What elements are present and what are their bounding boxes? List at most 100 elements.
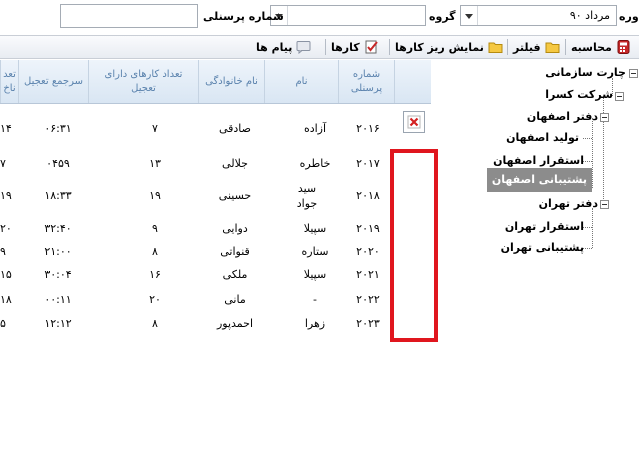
group-dropdown[interactable] xyxy=(270,5,426,26)
cell-last-name: صادقی xyxy=(218,122,252,135)
tree-node-isfahan-support[interactable]: پشتیبانی اصفهان xyxy=(486,168,592,192)
cell-first-name: سپیلا xyxy=(303,268,327,281)
cell-first-name: خاطره xyxy=(299,157,331,170)
collapse-icon[interactable] xyxy=(615,92,624,101)
cell-first-name: - xyxy=(313,293,317,306)
period-dropdown[interactable]: مرداد ۹۰ xyxy=(460,5,617,26)
cell-late-tasks-count: ۱۳ xyxy=(149,157,161,170)
cell-personnel-number: ۲۰۲۳ xyxy=(356,317,380,330)
collapse-icon[interactable] xyxy=(600,200,609,209)
checklist-icon xyxy=(364,40,379,54)
tree-node-isfahan-deploy[interactable]: استقرار اصفهان xyxy=(493,154,584,167)
cell-last-name: قنواتی xyxy=(220,245,250,258)
toolbar-separator xyxy=(325,39,326,55)
toolbar-separator xyxy=(389,39,390,55)
cell-first-name: سپیلا xyxy=(303,222,327,235)
tasks-label: کارها xyxy=(331,40,360,54)
chevron-down-icon[interactable] xyxy=(461,6,478,25)
cell-personnel-number: ۲۰۲۲ xyxy=(356,293,380,306)
cell-cut: ۷ xyxy=(0,157,6,170)
cell-late-tasks-count: ۷ xyxy=(152,122,158,135)
cell-late-tasks-count: ۱۶ xyxy=(149,268,161,281)
tree-node-isfahan-production[interactable]: تولید اصفهان xyxy=(506,131,579,144)
header-icon-column[interactable] xyxy=(394,60,431,103)
cell-late-total: ۳۲:۴۰ xyxy=(44,222,72,235)
cell-cut: ۹ xyxy=(0,245,6,258)
highlight-box xyxy=(390,149,438,342)
cell-late-total: ۱۲:۱۲ xyxy=(44,317,72,330)
row-status-button[interactable] xyxy=(403,111,425,133)
filter-button[interactable]: فیلتر xyxy=(513,38,560,56)
cell-first-name: زهرا xyxy=(304,317,326,330)
collapse-icon[interactable] xyxy=(600,113,609,122)
cell-cut: ۱۴ xyxy=(0,122,12,135)
group-label: گروه xyxy=(429,10,456,23)
cell-late-total: ۱۸:۳۳ xyxy=(44,189,72,202)
tree-connector xyxy=(592,118,593,188)
cell-personnel-number: ۲۰۱۹ xyxy=(356,222,380,235)
cell-late-tasks-count: ۸ xyxy=(152,317,158,330)
cell-personnel-number: ۲۰۱۶ xyxy=(356,122,380,135)
cell-personnel-number: ۲۰۱۷ xyxy=(356,157,380,170)
cell-late-tasks-count: ۱۹ xyxy=(149,189,161,202)
personnel-number-label: شماره پرسنلی xyxy=(203,10,284,23)
cell-late-total: ۰۶:۳۱ xyxy=(44,122,72,135)
cell-last-name: دوایی xyxy=(222,222,248,235)
cell-last-name: حسینی xyxy=(218,189,252,202)
toolbar-separator xyxy=(565,39,566,55)
cell-last-name: احمدپور xyxy=(216,317,254,330)
tree-node-tehran-deploy[interactable]: استقرار تهران xyxy=(505,220,584,233)
cell-late-total: ۳۰:۰۴ xyxy=(44,268,72,281)
header-first-name[interactable]: نام xyxy=(264,60,338,103)
tree-connector xyxy=(592,208,593,248)
toolbar-separator xyxy=(507,39,508,55)
personnel-number-input[interactable] xyxy=(60,4,198,28)
header-cut-column[interactable]: تعد ناخ xyxy=(0,60,18,103)
cell-last-name: مانی xyxy=(224,293,246,306)
cell-late-tasks-count: ۲۰ xyxy=(149,293,161,306)
header-last-name[interactable]: نام خانوادگی xyxy=(198,60,264,103)
cell-cut: ۱۹ xyxy=(0,189,12,202)
cell-late-total: ۲۱:۰۰ xyxy=(44,245,72,258)
tree-connector xyxy=(583,161,592,162)
cell-first-name: آزاده xyxy=(303,122,327,135)
period-value: مرداد ۹۰ xyxy=(569,9,610,22)
tree-connector xyxy=(583,227,592,228)
cell-first-name: ستاره xyxy=(301,245,329,258)
messages-button[interactable]: پیام ها xyxy=(256,38,311,56)
cell-cut: ۵ xyxy=(0,317,6,330)
cell-late-total: ۰۰:۱۱ xyxy=(44,293,72,306)
tree-connector xyxy=(583,248,592,249)
period-label: دوره xyxy=(619,10,639,23)
cell-last-name: ملکی xyxy=(222,268,248,281)
show-task-details-button[interactable]: نمایش ریز کارها xyxy=(395,38,503,56)
tree-node-office-isfahan[interactable]: دفتر اصفهان xyxy=(527,110,598,123)
header-late-tasks-count[interactable]: تعداد کارهای دارای تعجیل xyxy=(88,60,198,103)
collapse-icon[interactable] xyxy=(629,69,638,78)
close-icon xyxy=(407,115,421,129)
cell-personnel-number: ۲۰۲۰ xyxy=(356,245,380,258)
calculator-icon xyxy=(616,40,631,54)
cell-cut: ۱۸ xyxy=(0,293,12,306)
tree-node-office-tehran[interactable]: دفتر تهران xyxy=(539,197,598,210)
cell-first-name: سید جواد xyxy=(296,182,318,210)
cell-last-name: جلالی xyxy=(222,157,248,170)
header-personnel-number[interactable]: شماره پرسنلی xyxy=(338,60,394,103)
cell-cut: ۲۰ xyxy=(0,222,12,235)
cell-late-total: ۰۴۵۹ xyxy=(46,157,70,170)
folder-icon xyxy=(545,40,560,54)
calculate-button[interactable]: محاسبه xyxy=(571,38,631,56)
tree-node-company[interactable]: شرکت کسرا xyxy=(545,88,613,101)
tree-node-root[interactable]: چارت سازمانی xyxy=(545,66,626,79)
messages-label: پیام ها xyxy=(256,40,293,54)
cell-late-tasks-count: ۹ xyxy=(152,222,158,235)
show-task-details-label: نمایش ریز کارها xyxy=(395,40,484,54)
tree-node-tehran-support[interactable]: پشتیبانی تهران xyxy=(501,241,584,254)
folder-icon xyxy=(488,40,503,54)
tasks-button[interactable]: کارها xyxy=(331,38,379,56)
tree-connector xyxy=(583,138,592,139)
header-late-total[interactable]: سرجمع تعجیل xyxy=(18,60,88,103)
message-icon xyxy=(296,40,311,55)
calculate-label: محاسبه xyxy=(571,40,612,54)
filter-label: فیلتر xyxy=(513,40,541,54)
